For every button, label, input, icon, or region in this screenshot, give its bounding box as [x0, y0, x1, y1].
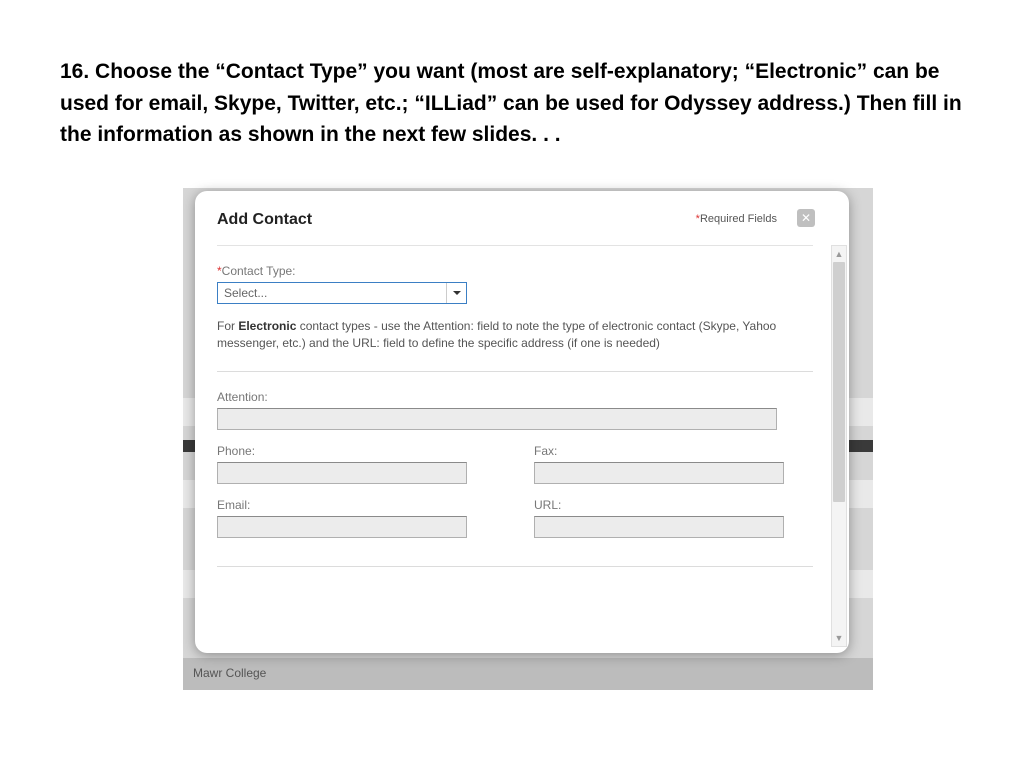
attention-label: Attention: [217, 390, 813, 404]
scroll-down-icon[interactable]: ▼ [832, 630, 846, 646]
required-fields-text: Required Fields [700, 213, 777, 225]
help-prefix: For [217, 319, 238, 333]
scrollbar[interactable]: ▲ ▼ [831, 245, 847, 647]
modal-scroll-content: *Contact Type: Select... For Electronic … [217, 245, 827, 567]
contact-type-selected-value: Select... [224, 286, 267, 300]
url-input[interactable] [534, 516, 784, 538]
fax-input[interactable] [534, 462, 784, 484]
email-input[interactable] [217, 516, 467, 538]
bg-college-label: Mawr College [183, 658, 873, 690]
required-fields-label: *Required Fields [696, 213, 777, 225]
help-bold: Electronic [238, 319, 296, 333]
divider [217, 371, 813, 372]
contact-type-label: *Contact Type: [217, 264, 813, 278]
fax-field-group: Fax: [534, 444, 813, 484]
url-field-group: URL: [534, 498, 813, 538]
chevron-down-icon [446, 283, 466, 303]
email-label: Email: [217, 498, 496, 512]
phone-input[interactable] [217, 462, 467, 484]
fax-label: Fax: [534, 444, 813, 458]
screenshot-container: Mawr College Add Contact *Required Field… [183, 188, 873, 690]
close-button[interactable]: ✕ [797, 209, 815, 227]
attention-field-group: Attention: [217, 390, 813, 430]
email-url-row: Email: URL: [217, 498, 813, 538]
modal-header: Add Contact *Required Fields ✕ [195, 191, 849, 239]
email-field-group: Email: [217, 498, 496, 538]
slide-title: 16. Choose the “Contact Type” you want (… [60, 56, 964, 151]
url-label: URL: [534, 498, 813, 512]
help-suffix: contact types - use the Attention: field… [217, 319, 776, 350]
divider [217, 566, 813, 567]
scroll-up-icon[interactable]: ▲ [832, 246, 846, 262]
modal-body: *Contact Type: Select... For Electronic … [195, 239, 849, 653]
phone-fax-row: Phone: Fax: [217, 444, 813, 484]
contact-type-help-text: For Electronic contact types - use the A… [217, 318, 813, 353]
contact-type-label-text: Contact Type: [222, 264, 296, 278]
phone-label: Phone: [217, 444, 496, 458]
divider [217, 245, 813, 246]
scroll-thumb[interactable] [833, 262, 845, 502]
phone-field-group: Phone: [217, 444, 496, 484]
contact-type-select[interactable]: Select... [217, 282, 467, 304]
attention-input[interactable] [217, 408, 777, 430]
add-contact-modal: Add Contact *Required Fields ✕ *Contact … [195, 191, 849, 653]
